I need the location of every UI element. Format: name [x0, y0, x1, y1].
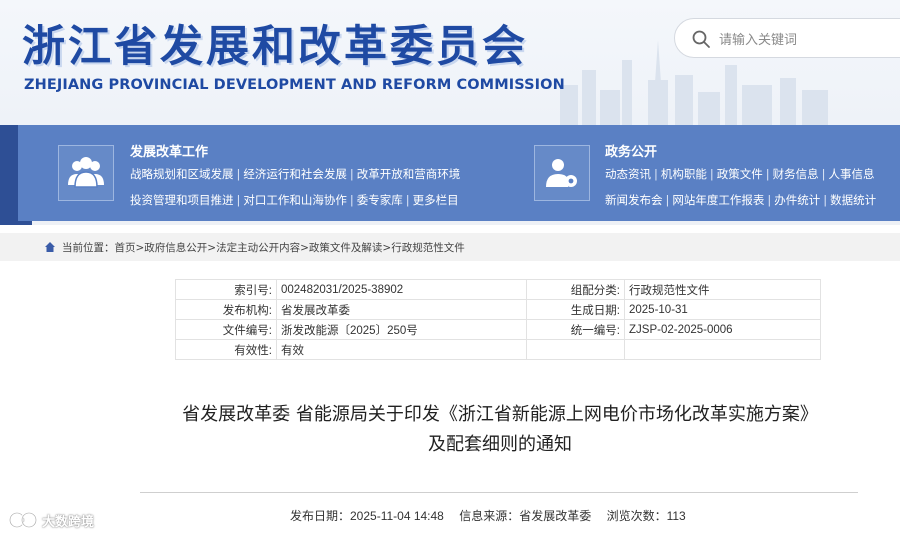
nav-links-work-row1: 战略规划和区域发展 | 经济运行和社会发展 | 改革开放和营商环境	[130, 167, 461, 181]
table-row: 索引号: 002482031/2025-38902 组配分类: 行政规范性文件	[175, 279, 821, 300]
nav-links-gov-row1: 动态资讯 | 机构职能 | 政策文件 | 财务信息 | 人事信息	[605, 167, 875, 181]
nav-link-news[interactable]: 动态资讯	[605, 167, 651, 181]
nav-link-data-statistics[interactable]: 数据统计	[830, 193, 876, 207]
meta-value-validity: 有效	[276, 339, 527, 360]
site-header: 浙江省发展和改革委员会 ZHEJIANG PROVINCIAL DEVELOPM…	[0, 0, 900, 125]
table-row: 发布机构: 省发展改革委 生成日期: 2025-10-31	[175, 299, 821, 320]
meta-label-publisher: 发布机构:	[175, 299, 277, 320]
nav-section-title-gov-affairs[interactable]: 政务公开	[605, 141, 657, 160]
search-icon[interactable]	[691, 29, 711, 49]
meta-label-unified-number: 统一编号:	[526, 319, 625, 340]
home-icon	[45, 242, 55, 252]
main-nav: 发展改革工作 战略规划和区域发展 | 经济运行和社会发展 | 改革开放和营商环境 投资管…	[0, 125, 900, 225]
article-title-line1: 省发展改革委 省能源局关于印发《浙江省新能源上网电价市场化改革实施方案》	[182, 404, 818, 425]
nav-links-work-row2: 投资管理和项目推进 | 对口工作和山海协作 | 委专家库 | 更多栏目	[130, 193, 459, 207]
meta-label-empty	[526, 339, 625, 360]
article-title: 省发展改革委 省能源局关于印发《浙江省新能源上网电价市场化改革实施方案》 及配套…	[0, 400, 900, 460]
meta-value-created-date: 2025-10-31	[624, 299, 821, 320]
nav-link-investment[interactable]: 投资管理和项目推进	[130, 193, 234, 207]
watermark: 大数跨境	[8, 509, 94, 531]
view-count: 浏览次数：113	[606, 509, 686, 523]
site-title-chinese: 浙江省发展和改革委员会	[22, 22, 528, 72]
meta-label-category: 组配分类:	[526, 279, 625, 300]
info-source: 信息来源：省发展改革委	[459, 509, 592, 523]
publication-info: 发布日期：2025-11-04 14:48 信息来源：省发展改革委 浏览次数：1…	[290, 507, 698, 524]
nav-link-annual-report[interactable]: 网站年度工作报表	[672, 193, 764, 207]
nav-link-counterpart[interactable]: 对口工作和山海协作	[243, 193, 347, 207]
meta-label-validity: 有效性:	[175, 339, 277, 360]
table-row: 有效性: 有效	[175, 339, 821, 360]
nav-link-personnel[interactable]: 人事信息	[829, 167, 875, 181]
nav-link-strategy-planning[interactable]: 战略规划和区域发展	[130, 167, 234, 181]
article-title-line2: 及配套细则的通知	[428, 434, 572, 455]
nav-link-more-columns[interactable]: 更多栏目	[413, 193, 459, 207]
watermark-logo-icon	[8, 511, 38, 529]
nav-link-expert-pool[interactable]: 委专家库	[357, 193, 403, 207]
meta-value-index: 002482031/2025-38902	[276, 279, 527, 300]
publish-date: 发布日期：2025-11-04 14:48	[290, 509, 444, 523]
search-input[interactable]	[719, 27, 899, 51]
user-settings-icon[interactable]	[534, 145, 590, 201]
breadcrumb: 当前位置：首页>政府信息公开>法定主动公开内容>政策文件及解读>行政规范性文件	[0, 233, 900, 261]
meta-value-category: 行政规范性文件	[624, 279, 821, 300]
nav-link-case-statistics[interactable]: 办件统计	[774, 193, 820, 207]
meta-value-publisher: 省发展改革委	[276, 299, 527, 320]
nav-link-reform-business[interactable]: 改革开放和营商环境	[357, 167, 461, 181]
site-title-english: ZHEJIANG PROVINCIAL DEVELOPMENT AND REFO…	[24, 77, 565, 93]
nav-link-finance[interactable]: 财务信息	[773, 167, 819, 181]
breadcrumb-path[interactable]: 当前位置：首页>政府信息公开>法定主动公开内容>政策文件及解读>行政规范性文件	[62, 240, 465, 255]
nav-link-policy-docs[interactable]: 政策文件	[717, 167, 763, 181]
divider	[140, 492, 858, 493]
meta-label-doc-number: 文件编号:	[175, 319, 277, 340]
search-box[interactable]	[674, 18, 900, 58]
meta-label-created-date: 生成日期:	[526, 299, 625, 320]
people-group-icon[interactable]	[58, 145, 114, 201]
meta-value-empty	[624, 339, 821, 360]
table-row: 文件编号: 浙发改能源〔2025〕250号 统一编号: ZJSP-02-2025…	[175, 319, 821, 340]
meta-value-doc-number: 浙发改能源〔2025〕250号	[276, 319, 527, 340]
meta-value-unified-number: ZJSP-02-2025-0006	[624, 319, 821, 340]
nav-link-functions[interactable]: 机构职能	[661, 167, 707, 181]
nav-panel: 发展改革工作 战略规划和区域发展 | 经济运行和社会发展 | 改革开放和营商环境 投资管…	[18, 125, 900, 221]
nav-section-title-work[interactable]: 发展改革工作	[130, 141, 208, 160]
nav-link-press-conference[interactable]: 新闻发布会	[605, 193, 663, 207]
nav-link-economy-operation[interactable]: 经济运行和社会发展	[243, 167, 347, 181]
watermark-text: 大数跨境	[42, 514, 95, 530]
nav-links-gov-row2: 新闻发布会 | 网站年度工作报表 | 办件统计 | 数据统计	[605, 193, 877, 207]
document-metadata-table: 索引号: 002482031/2025-38902 组配分类: 行政规范性文件 …	[175, 279, 821, 360]
meta-label-index: 索引号:	[175, 279, 277, 300]
